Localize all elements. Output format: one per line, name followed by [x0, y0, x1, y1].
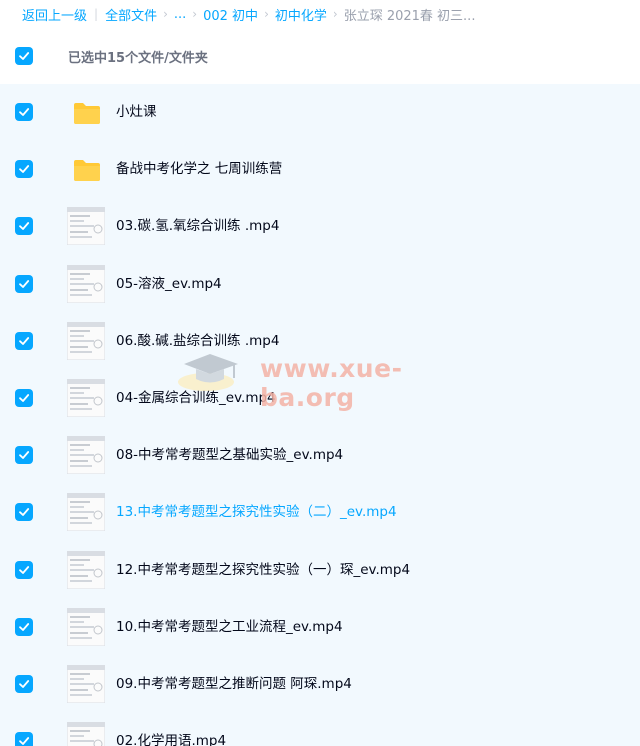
- checkmark-icon: [19, 165, 30, 174]
- folder-icon: [73, 101, 101, 125]
- file-row[interactable]: 08-中考常考题型之基础实验_ev.mp4: [0, 427, 640, 484]
- chevron-right-icon: ›: [192, 7, 198, 21]
- row-checkbox[interactable]: [15, 389, 33, 407]
- checkmark-icon: [19, 451, 30, 460]
- checkmark-icon: [19, 108, 30, 116]
- row-checkbox[interactable]: [15, 732, 33, 746]
- file-name[interactable]: 08-中考常考题型之基础实验_ev.mp4: [116, 427, 343, 484]
- video-thumbnail: [67, 436, 105, 475]
- breadcrumb-divider: |: [94, 7, 99, 21]
- checkmark-icon: [19, 52, 30, 60]
- file-row[interactable]: 03.碳.氢.氧综合训练 .mp4: [0, 198, 640, 255]
- file-name[interactable]: 04-金属综合训练_ev.mp4: [116, 370, 276, 427]
- file-name[interactable]: 02.化学用语.mp4: [116, 713, 226, 746]
- checkmark-icon: [19, 394, 30, 402]
- row-checkbox[interactable]: [15, 617, 33, 636]
- file-name[interactable]: 06.酸.碱.盐综合训练 .mp4: [116, 313, 279, 370]
- video-thumbnail: [67, 550, 105, 589]
- file-name[interactable]: 12.中考常考题型之探究性实验（一）琛_ev.mp4: [116, 542, 410, 599]
- selection-header: 已选中15个文件/文件夹: [0, 28, 640, 84]
- file-row[interactable]: 10.中考常考题型之工业流程_ev.mp4: [0, 599, 640, 656]
- checkmark-icon: [19, 565, 30, 574]
- row-checkbox[interactable]: [15, 331, 33, 350]
- checkmark-icon: [19, 622, 30, 631]
- video-thumbnail: [67, 493, 105, 532]
- video-thumbnail: [67, 607, 105, 646]
- row-checkbox[interactable]: [15, 217, 33, 236]
- video-thumbnail: [67, 207, 105, 246]
- file-list: 小灶课 备战中考化学之 七周训练营 03.碳.氢.氧综合训练 .mp4 05-溶液_e…: [0, 84, 640, 746]
- video-thumbnail: [67, 722, 105, 746]
- chevron-right-icon: ›: [264, 7, 269, 21]
- file-name[interactable]: 13.中考常考题型之探究性实验（二）_ev.mp4: [116, 484, 397, 541]
- row-checkbox[interactable]: [15, 675, 33, 693]
- row-checkbox[interactable]: [15, 503, 33, 522]
- file-row[interactable]: 06.酸.碱.盐综合训练 .mp4: [0, 313, 640, 370]
- file-row[interactable]: 05-溶液_ev.mp4: [0, 256, 640, 313]
- breadcrumb-level1[interactable]: 002 初中: [203, 5, 258, 24]
- file-row[interactable]: 04-金属综合训练_ev.mp4: [0, 370, 640, 427]
- video-thumbnail: [67, 321, 105, 360]
- breadcrumb-level2[interactable]: 初中化学: [275, 5, 327, 24]
- file-name[interactable]: 09.中考常考题型之推断问题 阿琛.mp4: [116, 656, 352, 713]
- file-name[interactable]: 10.中考常考题型之工业流程_ev.mp4: [116, 599, 343, 656]
- select-all-checkbox[interactable]: [15, 47, 33, 65]
- back-link[interactable]: 返回上一级: [22, 5, 87, 24]
- file-row[interactable]: 12.中考常考题型之探究性实验（一）琛_ev.mp4: [0, 542, 640, 599]
- row-checkbox[interactable]: [15, 274, 33, 293]
- breadcrumb-current: 张立琛 2021春 初三...: [343, 8, 476, 24]
- file-row[interactable]: 09.中考常考题型之推断问题 阿琛.mp4: [0, 656, 640, 713]
- breadcrumb-ellipsis[interactable]: ...: [174, 7, 186, 22]
- chevron-right-icon: ›: [163, 7, 168, 21]
- checkmark-icon: [19, 680, 30, 688]
- folder-row[interactable]: 小灶课: [0, 84, 640, 141]
- row-checkbox[interactable]: [15, 103, 33, 121]
- checkmark-icon: [19, 279, 30, 288]
- checkmark-icon: [19, 508, 30, 517]
- file-name[interactable]: 05-溶液_ev.mp4: [116, 256, 222, 313]
- checkmark-icon: [19, 737, 30, 746]
- file-row[interactable]: 02.化学用语.mp4: [0, 713, 640, 746]
- file-row[interactable]: 13.中考常考题型之探究性实验（二）_ev.mp4: [0, 484, 640, 541]
- chevron-right-icon: ›: [332, 7, 338, 21]
- file-name[interactable]: 03.碳.氢.氧综合训练 .mp4: [116, 198, 279, 255]
- breadcrumb-all-files[interactable]: 全部文件: [105, 5, 157, 24]
- row-checkbox[interactable]: [15, 446, 33, 465]
- selection-count-label: 已选中15个文件/文件夹: [68, 50, 208, 66]
- folder-icon: [73, 158, 101, 182]
- video-thumbnail: [67, 665, 105, 703]
- checkmark-icon: [19, 336, 30, 345]
- checkmark-icon: [19, 222, 30, 231]
- video-thumbnail: [67, 264, 105, 303]
- row-checkbox[interactable]: [15, 560, 33, 579]
- file-name[interactable]: 小灶课: [116, 84, 157, 141]
- video-thumbnail: [67, 379, 105, 417]
- row-checkbox[interactable]: [15, 160, 33, 179]
- file-name[interactable]: 备战中考化学之 七周训练营: [116, 141, 282, 198]
- folder-row[interactable]: 备战中考化学之 七周训练营: [0, 141, 640, 198]
- breadcrumb: 返回上一级 | 全部文件 › ... › 002 初中 › 初中化学 › 张立琛…: [0, 0, 640, 28]
